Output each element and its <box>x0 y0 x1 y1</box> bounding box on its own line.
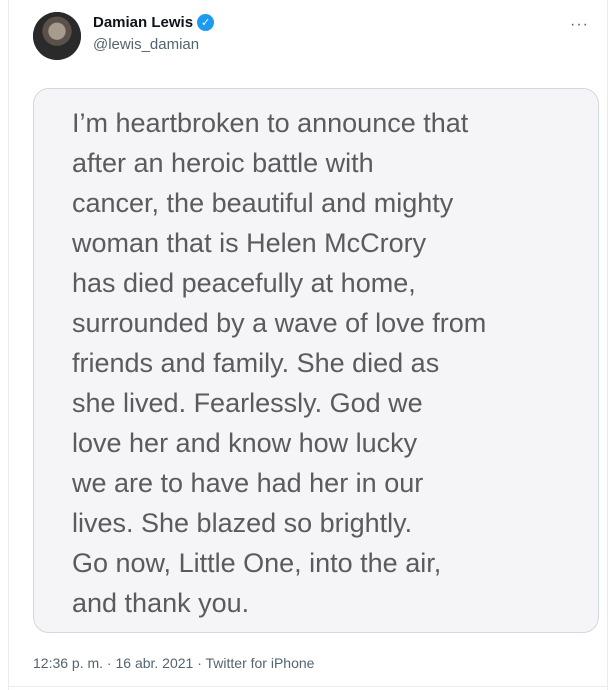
more-options-icon[interactable]: ··· <box>570 16 589 34</box>
tweet-image[interactable]: I’m heartbroken to announce that after a… <box>33 88 599 633</box>
author-name[interactable]: Damian Lewis <box>93 14 193 31</box>
divider <box>9 686 607 687</box>
author-block: Damian Lewis ✓ @lewis_damian <box>93 14 215 53</box>
image-text-line: surrounded by a wave of love from <box>72 308 487 338</box>
image-text-line: and thank you. <box>72 588 250 618</box>
avatar-image <box>33 12 81 60</box>
image-text-line: friends and family. She died as <box>72 348 440 378</box>
author-handle[interactable]: @lewis_damian <box>93 36 214 53</box>
image-text-line: woman that is Helen McCrory <box>72 228 427 258</box>
image-text-line: we are to have had her in our <box>72 468 424 498</box>
author-name-row[interactable]: Damian Lewis ✓ <box>93 14 215 31</box>
image-text-line: has died peacefully at home, <box>72 268 416 298</box>
tweet-container: Damian Lewis ✓ @lewis_damian ··· I’m hea… <box>8 0 608 690</box>
image-text-line: after an heroic battle with <box>72 148 374 178</box>
image-text-line: Go now, Little One, into the air, <box>72 548 442 578</box>
image-text-line: lives. She blazed so brightly. <box>72 508 413 538</box>
image-text-line: she lived. Fearlessly. God we <box>72 388 423 418</box>
image-text: I’m heartbroken to announce that after a… <box>72 103 572 623</box>
tweet-timestamp[interactable]: 12:36 p. m. · 16 abr. 2021 · Twitter for… <box>33 655 314 671</box>
image-text-line: love her and know how lucky <box>72 428 418 458</box>
verified-badge-icon: ✓ <box>197 14 215 31</box>
image-text-line: I’m heartbroken to announce that <box>72 108 469 138</box>
avatar[interactable] <box>33 12 81 60</box>
image-text-line: cancer, the beautiful and mighty <box>72 188 454 218</box>
